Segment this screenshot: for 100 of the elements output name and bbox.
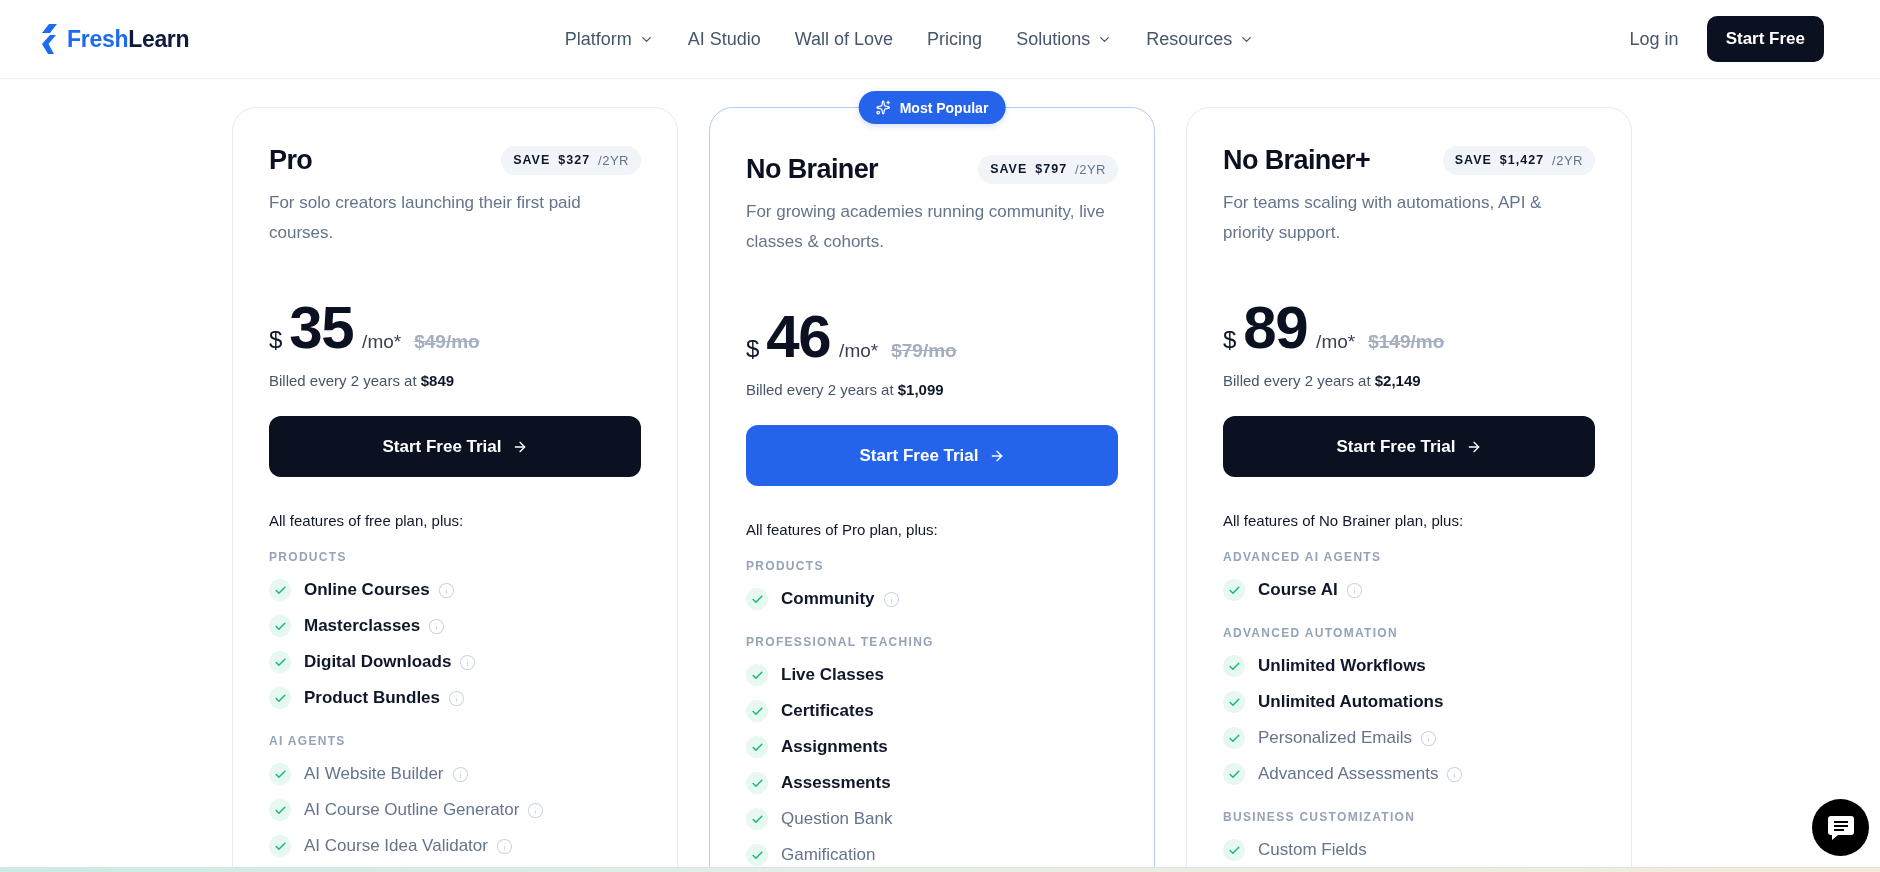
check-icon xyxy=(269,799,291,821)
features-intro: All features of free plan, plus: xyxy=(269,511,465,531)
info-icon[interactable] xyxy=(495,837,513,855)
check-icon xyxy=(1223,579,1245,601)
original-price: $49/mo xyxy=(414,331,480,353)
check-icon xyxy=(746,844,768,866)
features-intro: All features of No Brainer plan, plus: xyxy=(1223,511,1465,531)
check-icon xyxy=(746,588,768,610)
feature-label: Gamification xyxy=(781,845,876,865)
feature-label: Unlimited Automations xyxy=(1258,692,1444,712)
price-period: /mo* xyxy=(362,331,402,353)
start-trial-button[interactable]: Start Free Trial xyxy=(1223,416,1595,477)
billing-note: Billed every 2 years at $1,099 xyxy=(746,380,945,400)
start-trial-button[interactable]: Start Free Trial xyxy=(746,425,1118,486)
savings-amount: $327 xyxy=(558,153,591,167)
check-icon xyxy=(746,664,768,686)
original-price: $79/mo xyxy=(891,340,957,362)
plan-name: No Brainer+ xyxy=(1223,144,1371,176)
chat-button[interactable] xyxy=(1812,799,1869,856)
nav-link[interactable]: Platform xyxy=(564,28,654,50)
feature-group-title: AI AGENTS xyxy=(269,733,347,750)
feature-label: AI Website Builder xyxy=(304,764,444,784)
feature-label: Product Bundles xyxy=(304,688,440,708)
info-icon[interactable] xyxy=(1420,729,1437,747)
login-link[interactable]: Log in xyxy=(1629,28,1679,50)
check-icon xyxy=(746,772,768,794)
feature-label: AI Course Idea Validator xyxy=(304,836,488,856)
price-period: /mo* xyxy=(1316,331,1356,353)
check-icon xyxy=(1223,839,1245,861)
start-trial-button[interactable]: Start Free Trial xyxy=(269,416,641,477)
currency-symbol: $ xyxy=(269,326,283,354)
savings-period: /2YR xyxy=(598,152,629,168)
billing-note: Billed every 2 years at $2,149 xyxy=(1223,371,1422,391)
info-icon[interactable] xyxy=(448,689,465,707)
feature-label: Digital Downloads xyxy=(304,652,452,672)
feature-group-title: PRODUCTS xyxy=(269,549,348,566)
check-icon xyxy=(746,736,768,758)
price-amount: 89 xyxy=(1243,298,1308,358)
start-free-button[interactable]: Start Free xyxy=(1706,16,1824,62)
check-icon xyxy=(269,763,291,785)
info-icon[interactable] xyxy=(1345,581,1363,599)
feature-label: Assignments xyxy=(781,737,888,757)
logo-icon xyxy=(40,24,58,54)
savings-period: /2YR xyxy=(1075,161,1106,177)
nav-link[interactable]: Resources xyxy=(1146,28,1255,50)
price-amount: 46 xyxy=(766,307,831,367)
feature-label: Course AI xyxy=(1258,580,1338,600)
feature-label: Assessments xyxy=(781,773,891,793)
check-icon xyxy=(269,651,291,673)
nav-link[interactable]: AI Studio xyxy=(687,28,761,50)
info-icon[interactable] xyxy=(1446,765,1464,783)
info-icon[interactable] xyxy=(451,765,469,783)
feature-label: Advanced Assessments xyxy=(1258,764,1439,784)
feature-label: Personalized Emails xyxy=(1258,728,1412,748)
nav-link[interactable]: Wall of Love xyxy=(794,28,894,50)
savings-period: /2YR xyxy=(1552,152,1583,168)
savings-label: SAVE xyxy=(513,153,551,167)
nav-link[interactable]: Solutions xyxy=(1016,28,1113,50)
feature-label: Unlimited Workflows xyxy=(1258,656,1426,676)
plan-name: Pro xyxy=(269,144,313,176)
features-intro: All features of Pro plan, plus: xyxy=(746,520,939,540)
plan-description: For solo creators launching their first paid courses. xyxy=(269,192,582,244)
feature-group-title: BUSINESS CUSTOMIZATION xyxy=(1223,809,1417,826)
nav-link[interactable]: Pricing xyxy=(927,28,983,50)
savings-amount: $1,427 xyxy=(1499,153,1545,167)
logo-wordmark[interactable]: FreshLearn xyxy=(67,25,190,53)
feature-label: Masterclasses xyxy=(304,616,421,636)
check-icon xyxy=(1223,691,1245,713)
plan-description: For teams scaling with automations, API & priority support. xyxy=(1223,192,1543,244)
feature-label: Custom Fields xyxy=(1258,840,1367,860)
plan-description: For growing academies running community, live classes & cohorts. xyxy=(746,201,1106,253)
feature-label: Online Courses xyxy=(304,580,430,600)
badge-label: Most Popular xyxy=(899,99,989,116)
chat-icon xyxy=(1826,814,1855,841)
info-icon[interactable] xyxy=(428,617,446,635)
savings-label: SAVE xyxy=(990,162,1028,176)
feature-label: Community xyxy=(781,589,875,609)
feature-label: AI Course Outline Generator xyxy=(304,800,520,820)
feature-group-title: ADVANCED AUTOMATION xyxy=(1223,625,1399,642)
sparkle-icon xyxy=(875,100,891,115)
currency-symbol: $ xyxy=(1223,326,1237,354)
info-icon[interactable] xyxy=(527,801,545,819)
info-icon[interactable] xyxy=(882,590,900,608)
check-icon xyxy=(269,687,291,709)
savings-amount: $797 xyxy=(1035,162,1068,176)
check-icon xyxy=(1223,763,1245,785)
plan-name: No Brainer xyxy=(746,153,879,185)
check-icon xyxy=(746,808,768,830)
check-icon xyxy=(269,835,291,857)
feature-label: Certificates xyxy=(781,701,874,721)
original-price: $149/mo xyxy=(1368,331,1445,353)
info-icon[interactable] xyxy=(459,653,477,671)
price-period: /mo* xyxy=(839,340,879,362)
info-icon[interactable] xyxy=(437,581,455,599)
feature-group-title: PRODUCTS xyxy=(746,558,825,575)
feature-group-title: PROFESSIONAL TEACHING xyxy=(746,634,935,651)
check-icon xyxy=(1223,655,1245,677)
feature-label: Live Classes xyxy=(781,665,884,685)
check-icon xyxy=(746,700,768,722)
price-amount: 35 xyxy=(289,298,354,358)
